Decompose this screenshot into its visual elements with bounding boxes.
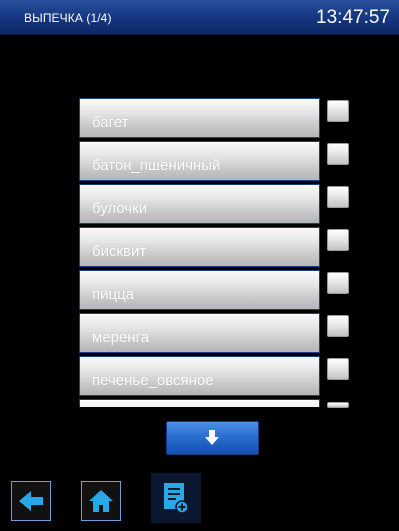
list-item-label: меренга [92,329,150,346]
list-item-label: печенье_овсяное [92,372,214,389]
list-item[interactable]: бисквит [79,227,320,267]
item-checkbox[interactable] [327,186,349,208]
new-recipe-button[interactable] [151,473,201,523]
item-checkbox[interactable] [327,272,349,294]
list-item-label: булочки [92,200,148,217]
scroll-down-button[interactable] [166,421,259,455]
document-add-icon [164,483,189,514]
page-title: ВЫПЕЧКА (1/4) [24,11,112,25]
item-checkbox[interactable] [327,358,349,380]
back-button[interactable] [11,481,51,521]
item-checkbox[interactable] [327,100,349,122]
clock: 13:47:57 [316,7,390,28]
arrow-down-icon [205,430,219,445]
item-checkbox-partial[interactable] [327,402,349,408]
list-item-partial[interactable] [79,399,320,407]
arrow-left-icon [19,491,43,511]
list-item-label: пицца [92,286,135,303]
list-item[interactable]: булочки [79,184,320,224]
list-item[interactable]: батон_пшеничный [79,141,320,181]
list-item[interactable]: багет [79,98,320,138]
list-item[interactable]: меренга [79,313,320,353]
recipe-list: багет батон_пшеничный булочки бисквит пи… [79,98,320,407]
title-bar: ВЫПЕЧКА (1/4) 13:47:57 [0,0,399,35]
item-checkbox[interactable] [327,315,349,337]
list-item[interactable]: пицца [79,270,320,310]
item-checkbox[interactable] [327,143,349,165]
list-item-label: багет [92,114,129,131]
home-button[interactable] [81,481,121,521]
home-icon [89,490,113,512]
screen: ВЫПЕЧКА (1/4) 13:47:57 багет батон_пшени… [0,0,399,531]
item-checkbox[interactable] [327,229,349,251]
list-item-label: батон_пшеничный [92,157,221,174]
list-item-label: бисквит [92,243,147,260]
list-item[interactable]: печенье_овсяное [79,356,320,396]
